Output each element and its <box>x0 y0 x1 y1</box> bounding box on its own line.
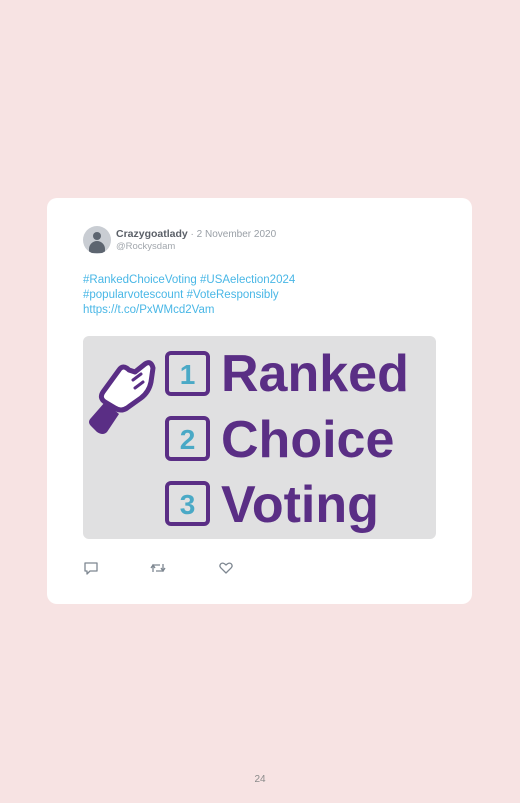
like-icon[interactable] <box>218 560 234 576</box>
author-name[interactable]: Crazygoatlady <box>116 228 188 240</box>
tweet-date[interactable]: 2 November 2020 <box>197 229 277 240</box>
tweet-header: Crazygoatlady · 2 November 2020 <box>116 228 276 240</box>
tweet-text-line[interactable]: #popularvotescount #VoteResponsibly <box>83 288 443 303</box>
number-1: 1 <box>180 359 196 390</box>
ranked-choice-voting-graphic: 1 Ranked 2 Choice 3 Voting <box>89 345 409 534</box>
word-voting: Voting <box>221 476 379 534</box>
word-ranked: Ranked <box>221 345 409 403</box>
pointing-hand-icon <box>89 360 156 434</box>
number-2: 2 <box>180 424 196 455</box>
avatar-shoulders <box>89 241 105 253</box>
avatar-head <box>93 232 101 240</box>
retweet-icon[interactable] <box>150 560 166 576</box>
tweet-text-line[interactable]: #RankedChoiceVoting #USAelection2024 <box>83 273 443 288</box>
tweet-text: #RankedChoiceVoting #USAelection2024 #po… <box>83 273 443 318</box>
avatar[interactable] <box>83 226 111 254</box>
word-choice: Choice <box>221 411 394 469</box>
tweet-link[interactable]: https://t.co/PxWMcd2Vam <box>83 303 443 318</box>
tweet-image[interactable]: 1 Ranked 2 Choice 3 Voting <box>83 336 436 539</box>
header-separator: · <box>187 229 197 240</box>
reply-icon[interactable] <box>83 560 99 576</box>
author-handle[interactable]: @Rockysdam <box>116 241 175 252</box>
tweet-card: Crazygoatlady · 2 November 2020 @Rockysd… <box>47 198 472 604</box>
page-number: 24 <box>254 774 266 785</box>
number-3: 3 <box>180 489 196 520</box>
